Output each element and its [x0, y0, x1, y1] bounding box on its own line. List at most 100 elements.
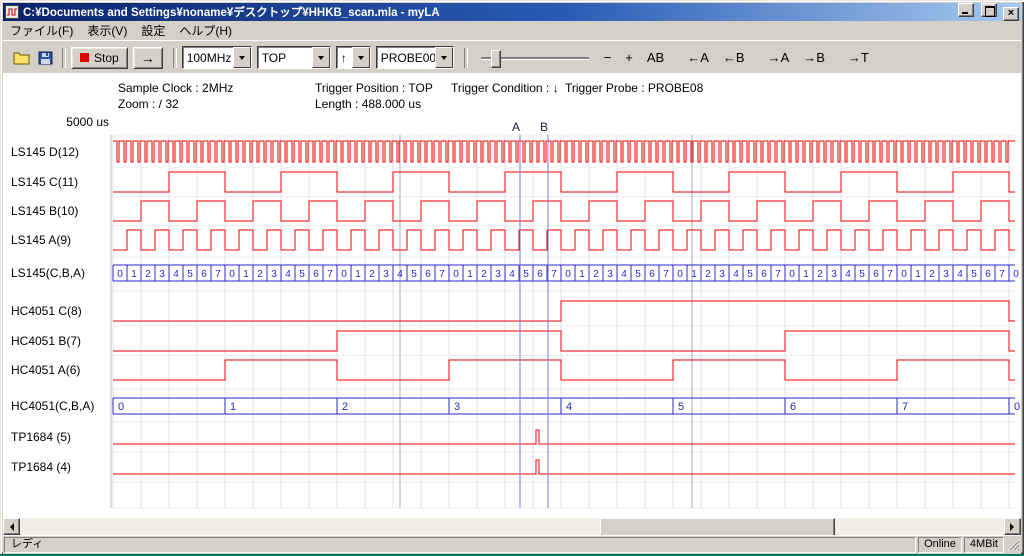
waveform-channel-1: [113, 172, 1015, 192]
bus-value: 6: [313, 269, 319, 280]
bus-value: 5: [971, 269, 977, 280]
waveform-channel-9: [113, 430, 1015, 444]
zoom-in-button[interactable]: +: [619, 46, 639, 69]
bus-value: 4: [285, 269, 291, 280]
menu-file[interactable]: ファイル(F): [3, 20, 80, 41]
chevron-down-icon[interactable]: [352, 47, 370, 68]
statusbar: レディ Online 4MBit: [3, 535, 1021, 554]
goto-cursor-a-right-button[interactable]: →A: [762, 46, 796, 69]
bus-value: 2: [929, 269, 935, 280]
scroll-left-button[interactable]: [3, 518, 20, 535]
chevron-down-icon[interactable]: [435, 47, 453, 68]
scroll-right-button[interactable]: [1004, 518, 1021, 535]
down-arrow-icon: [318, 56, 324, 63]
bus-value: 0: [565, 269, 571, 280]
menu-help[interactable]: ヘルプ(H): [172, 20, 239, 41]
floppy-icon: [38, 51, 53, 65]
status-message: レディ: [4, 537, 916, 553]
app-window: C:¥Documents and Settings¥noname¥デスクトップ¥…: [0, 0, 1024, 554]
trigger-edge-value: ↑: [337, 51, 352, 65]
bus-value: 1: [691, 269, 697, 280]
clock-select[interactable]: 100MHz: [182, 46, 252, 69]
menu-settings[interactable]: 設定: [134, 20, 172, 41]
goto-trigger-button[interactable]: →T: [842, 46, 875, 69]
waveform-channel-7: [113, 360, 1015, 380]
save-file-button[interactable]: [33, 47, 57, 69]
menubar: ファイル(F) 表示(V) 設定 ヘルプ(H): [3, 21, 1021, 40]
bus-value: 0: [677, 269, 683, 280]
bus-value: 4: [173, 269, 179, 280]
bus-value: 6: [873, 269, 879, 280]
slider-thumb[interactable]: [491, 50, 501, 68]
bus-value: 3: [271, 269, 277, 280]
bus-value: 4: [621, 269, 627, 280]
bus-value: 7: [327, 269, 333, 280]
bus-value: 3: [383, 269, 389, 280]
bus-value: 2: [145, 269, 151, 280]
bus-value: 1: [579, 269, 585, 280]
bus-value: 2: [593, 269, 599, 280]
close-button[interactable]: ×: [1003, 7, 1019, 21]
chevron-down-icon[interactable]: [312, 47, 330, 68]
stop-icon: [80, 53, 89, 62]
bus-value: 3: [719, 269, 725, 280]
bus-value: 3: [454, 401, 460, 413]
zoom-out-button[interactable]: −: [598, 46, 618, 69]
bus-value: 6: [790, 401, 796, 413]
clock-select-value: 100MHz: [183, 51, 233, 65]
waveform-plot: 0123456701234567012345670123456701234567…: [3, 73, 1021, 518]
stop-button[interactable]: Stop: [71, 47, 128, 69]
minimize-button[interactable]: [958, 3, 974, 17]
open-file-button[interactable]: [9, 47, 33, 69]
run-button[interactable]: →: [133, 47, 163, 69]
goto-cursor-b-left-button[interactable]: ←B: [717, 46, 751, 69]
bus-value: 0: [789, 269, 795, 280]
bus-value: 1: [915, 269, 921, 280]
bus-value: 0: [1013, 269, 1019, 280]
bus-value: 0: [117, 269, 123, 280]
bus-value: 0: [341, 269, 347, 280]
bus-value: 7: [887, 269, 893, 280]
goto-cursor-b-right-button[interactable]: →B: [797, 46, 831, 69]
bus-value: 1: [243, 269, 249, 280]
toolbar-separator: [62, 48, 66, 68]
horizontal-scrollbar[interactable]: [3, 518, 1021, 535]
goto-cursor-a-left-button[interactable]: ←A: [681, 46, 715, 69]
bus-value: 7: [439, 269, 445, 280]
folder-icon: [13, 51, 30, 65]
zoom-slider[interactable]: [479, 47, 591, 69]
bus-value: 4: [733, 269, 739, 280]
bus-value: 2: [342, 401, 348, 413]
bus-value: 7: [902, 401, 908, 413]
bus-value: 4: [957, 269, 963, 280]
down-arrow-icon: [239, 56, 245, 63]
stop-label: Stop: [94, 51, 119, 65]
trigger-edge-select[interactable]: ↑: [336, 46, 371, 69]
minimize-icon: [962, 12, 968, 14]
waveform-document: Sample Clock : 2MHz Trigger Position : T…: [3, 73, 1021, 518]
bus-value: 7: [663, 269, 669, 280]
waveform-channel-5: [113, 301, 1015, 321]
toolbar: Stop → 100MHz TOP ↑ PROBE00: [3, 40, 1021, 75]
trigger-position-select[interactable]: TOP: [257, 46, 331, 69]
bus-value: 4: [509, 269, 515, 280]
bus-value: 2: [369, 269, 375, 280]
bus-value: 2: [257, 269, 263, 280]
resize-grip[interactable]: [1006, 537, 1020, 553]
bus-value: 3: [607, 269, 613, 280]
cursor-ab-button[interactable]: AB: [641, 46, 670, 69]
status-online-badge: Online: [918, 537, 962, 553]
bus-value: 5: [859, 269, 865, 280]
bus-value: 4: [845, 269, 851, 280]
chevron-down-icon[interactable]: [233, 47, 251, 68]
maximize-button[interactable]: [981, 3, 997, 17]
bus-value: 5: [187, 269, 193, 280]
bus-value: 5: [299, 269, 305, 280]
menu-view[interactable]: 表示(V): [80, 20, 134, 41]
titlebar[interactable]: C:¥Documents and Settings¥noname¥デスクトップ¥…: [3, 3, 1021, 21]
bus-value: 1: [131, 269, 137, 280]
cursor-label-b: B: [540, 120, 548, 134]
bus-value: 5: [678, 401, 684, 413]
window-buttons: ×: [956, 3, 1019, 21]
trigger-probe-select[interactable]: PROBE00: [376, 46, 454, 69]
